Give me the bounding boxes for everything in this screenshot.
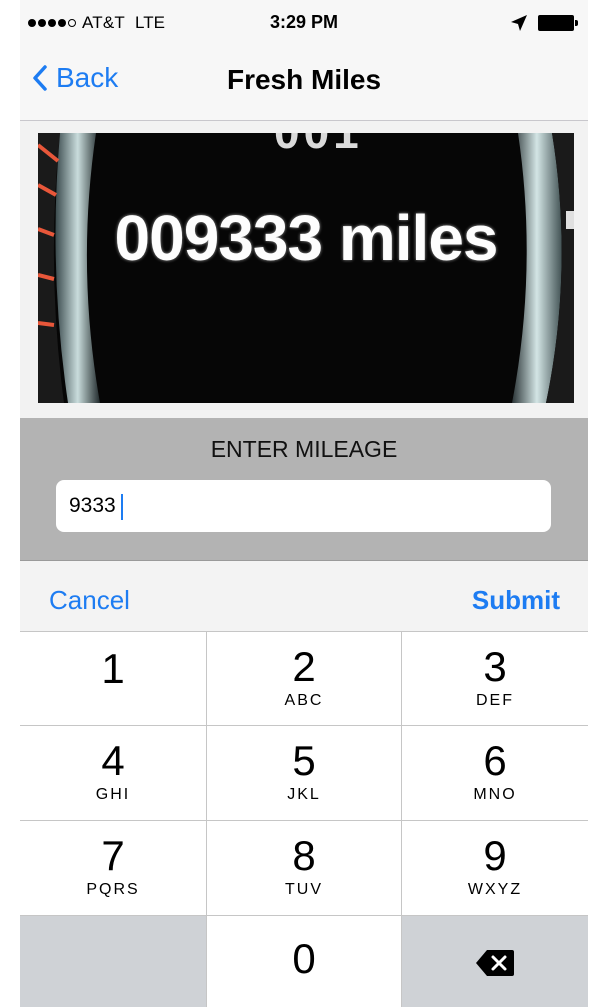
key-8[interactable]: 8 TUV (207, 821, 401, 915)
key-number: 6 (483, 737, 507, 784)
key-number: 3 (483, 643, 507, 690)
key-7[interactable]: 7 PQRS (20, 821, 206, 915)
key-4[interactable]: 4 GHI (20, 726, 206, 820)
backspace-icon (476, 950, 514, 976)
key-1[interactable]: 1 (20, 632, 206, 725)
key-letters: JKL (287, 786, 321, 803)
page-title: Fresh Miles (226, 64, 382, 95)
mileage-entry-panel: ENTER MILEAGE (20, 418, 588, 561)
key-0[interactable]: 0 (207, 916, 401, 1007)
status-right (510, 14, 578, 32)
delete-key[interactable] (402, 916, 588, 1007)
key-letters: DEF (476, 692, 514, 709)
key-5[interactable]: 5 JKL (207, 726, 401, 820)
odometer-reading: 009333 miles (114, 202, 499, 274)
navigation-bar: Back Fresh Miles (20, 44, 588, 121)
key-number: 9 (483, 832, 507, 879)
number-keypad: 1 2 ABC 3 DEF 4 GHI 5 JKL 6 MNO 7 PQRS 8… (20, 631, 588, 1007)
key-number: 7 (101, 832, 125, 879)
status-bar: AT&T LTE 3:29 PM (20, 0, 588, 44)
key-9[interactable]: 9 WXYZ (402, 821, 588, 915)
key-number: 8 (292, 832, 316, 879)
key-number: 4 (101, 737, 125, 784)
odometer-top-reading: 001 (274, 133, 363, 159)
key-6[interactable]: 6 MNO (402, 726, 588, 820)
keyboard-accessory-bar: Cancel Submit (20, 561, 588, 631)
key-letters: GHI (95, 786, 131, 803)
key-letters: TUV (285, 881, 323, 898)
mileage-input[interactable] (56, 480, 551, 532)
key-letters: MNO (473, 786, 517, 803)
odometer-photo: 001 009333 miles (38, 133, 574, 403)
cancel-button[interactable]: Cancel (49, 585, 130, 616)
key-number: 2 (292, 643, 316, 690)
mileage-entry-title: ENTER MILEAGE (210, 436, 398, 462)
photo-container: 001 009333 miles (20, 121, 588, 418)
key-3[interactable]: 3 DEF (402, 632, 588, 725)
battery-icon (538, 15, 578, 31)
status-time: 3:29 PM (269, 12, 339, 32)
key-letters: ABC (284, 692, 324, 709)
phone-screen: AT&T LTE 3:29 PM Back Fresh Miles 009333… (20, 0, 588, 1007)
submit-button[interactable]: Submit (472, 585, 560, 616)
location-arrow-icon (511, 15, 527, 31)
key-number: 0 (292, 935, 316, 982)
key-number: 5 (292, 737, 316, 784)
text-cursor (121, 494, 123, 520)
key-letters: WXYZ (467, 881, 523, 898)
key-2[interactable]: 2 ABC (207, 632, 401, 725)
key-number: 1 (101, 645, 125, 692)
key-letters: PQRS (86, 881, 140, 898)
key-blank (20, 916, 206, 1007)
